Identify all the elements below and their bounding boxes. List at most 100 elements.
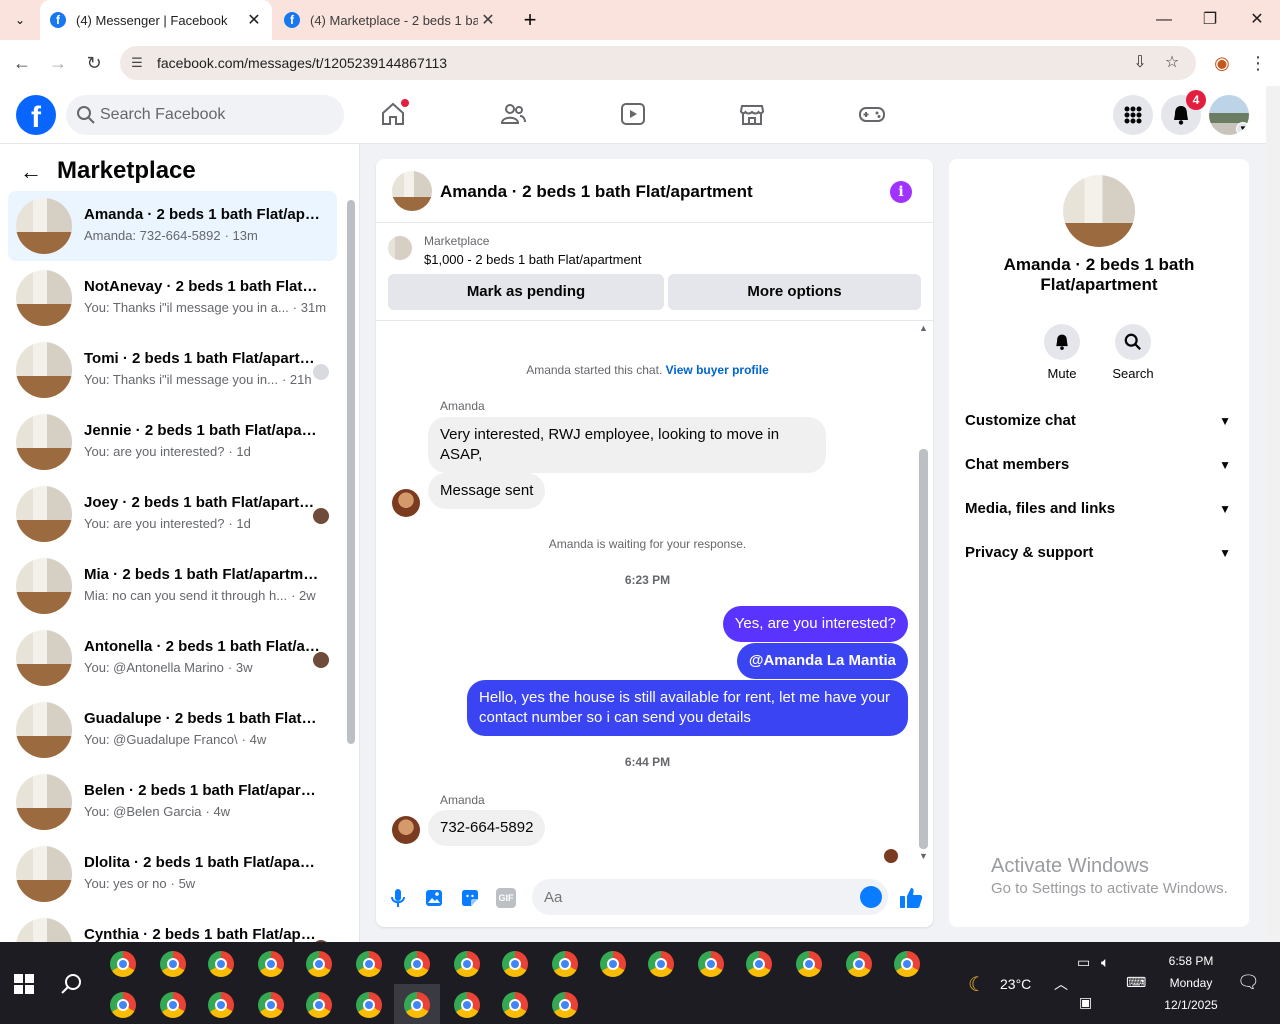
chrome-taskbar-icon[interactable] bbox=[258, 992, 284, 1018]
marketplace-icon[interactable] bbox=[738, 100, 766, 128]
temperature[interactable]: 23°C bbox=[1000, 976, 1031, 992]
profile-avatar[interactable]: ▼ bbox=[1209, 95, 1249, 135]
profile-icon[interactable]: ◉ bbox=[1210, 51, 1234, 75]
watch-video-icon[interactable] bbox=[619, 100, 647, 128]
network-icon[interactable]: ▭ bbox=[1077, 954, 1090, 971]
taskbar-search-icon[interactable] bbox=[60, 972, 84, 996]
tab-search-icon[interactable]: ⌄ bbox=[10, 10, 30, 30]
clock-date[interactable]: 12/1/2025 bbox=[1158, 998, 1224, 1012]
chrome-taskbar-icon[interactable] bbox=[648, 951, 674, 977]
chrome-taskbar-icon[interactable] bbox=[894, 951, 920, 977]
chrome-taskbar-icon[interactable] bbox=[502, 951, 528, 977]
tab-marketplace[interactable]: f (4) Marketplace - 2 beds 1 bath ✕ bbox=[280, 0, 506, 40]
listing-price-title[interactable]: $1,000 - 2 beds 1 bath Flat/apartment bbox=[424, 252, 642, 267]
chrome-taskbar-icon[interactable] bbox=[404, 951, 430, 977]
reload-icon[interactable]: ↻ bbox=[82, 51, 106, 75]
address-bar[interactable]: ☰ facebook.com/messages/t/12052391448671… bbox=[120, 46, 1196, 80]
conversation-item[interactable]: NotAnevay · 2 beds 1 bath Flat/apartment… bbox=[8, 263, 337, 333]
url-text[interactable]: facebook.com/messages/t/1205239144867113 bbox=[157, 55, 447, 71]
view-buyer-profile-link[interactable]: View buyer profile bbox=[666, 363, 769, 377]
chrome-taskbar-icon[interactable] bbox=[208, 992, 234, 1018]
minimize-icon[interactable]: — bbox=[1152, 8, 1176, 32]
window-close-icon[interactable]: ✕ bbox=[1245, 8, 1269, 32]
search-in-chat-action[interactable]: Search bbox=[1103, 324, 1163, 381]
chrome-taskbar-icon[interactable] bbox=[404, 992, 430, 1018]
forward-icon[interactable]: → bbox=[46, 51, 70, 75]
clock-time[interactable]: 6:58 PM bbox=[1158, 954, 1224, 968]
incoming-message[interactable]: 732-664-5892 bbox=[428, 810, 546, 846]
friends-icon[interactable] bbox=[499, 100, 527, 128]
photo-icon[interactable] bbox=[423, 887, 445, 909]
chrome-taskbar-icon[interactable] bbox=[160, 951, 186, 977]
chrome-taskbar-icon[interactable] bbox=[552, 992, 578, 1018]
chat-list-scrollbar[interactable] bbox=[347, 200, 355, 744]
site-info-icon[interactable]: ☰ bbox=[128, 54, 146, 72]
chrome-taskbar-icon[interactable] bbox=[356, 992, 382, 1018]
meet-now-icon[interactable]: ▣ bbox=[1079, 994, 1092, 1011]
conversation-item[interactable]: Joey · 2 beds 1 bath Flat/apartment You: … bbox=[8, 479, 337, 549]
message-scrollbar[interactable] bbox=[919, 449, 928, 849]
conversation-title[interactable]: Amanda · 2 beds 1 bath Flat/apartment bbox=[440, 182, 753, 202]
conversation-avatar[interactable] bbox=[392, 171, 432, 211]
incoming-message[interactable]: Very interested, RWJ employee, looking t… bbox=[428, 417, 826, 473]
conversation-item[interactable]: Amanda · 2 beds 1 bath Flat/apartment Ama… bbox=[8, 191, 337, 261]
chrome-taskbar-icon[interactable] bbox=[502, 992, 528, 1018]
page-scrollbar[interactable] bbox=[1266, 86, 1280, 942]
conversation-item[interactable]: Antonella · 2 beds 1 bath Flat/apartment… bbox=[8, 623, 337, 693]
chrome-taskbar-icon[interactable] bbox=[746, 951, 772, 977]
action-center-icon[interactable]: 🗨︎ bbox=[1237, 972, 1260, 993]
chrome-taskbar-icon[interactable] bbox=[160, 992, 186, 1018]
listing-avatar-large[interactable] bbox=[1063, 175, 1135, 247]
menu-grid-button[interactable] bbox=[1113, 95, 1153, 135]
incoming-message[interactable]: Message sent bbox=[428, 473, 546, 509]
conversation-item[interactable]: Cynthia · 2 beds 1 bath Flat/apartment bbox=[8, 911, 337, 942]
conversation-item[interactable]: Belen · 2 beds 1 bath Flat/apartment You:… bbox=[8, 767, 337, 837]
back-icon[interactable]: ← bbox=[10, 51, 34, 75]
microphone-icon[interactable] bbox=[387, 887, 409, 909]
privacy-support-row[interactable]: Privacy & support ▼ bbox=[965, 531, 1235, 575]
tab-messenger[interactable]: f (4) Messenger | Facebook ✕ bbox=[40, 0, 272, 40]
chrome-taskbar-icon[interactable] bbox=[796, 951, 822, 977]
listing-thumbnail[interactable] bbox=[388, 236, 412, 260]
chrome-taskbar-icon[interactable] bbox=[454, 951, 480, 977]
sender-avatar[interactable] bbox=[392, 489, 420, 517]
conversation-item[interactable]: Mia · 2 beds 1 bath Flat/apartment Mia: n… bbox=[8, 551, 337, 621]
chrome-taskbar-icon[interactable] bbox=[454, 992, 480, 1018]
chrome-taskbar-icon[interactable] bbox=[552, 951, 578, 977]
outgoing-message[interactable]: Yes, are you interested? bbox=[722, 606, 908, 642]
conversation-item[interactable]: Tomi · 2 beds 1 bath Flat/apartment You: … bbox=[8, 335, 337, 405]
chrome-taskbar-icon[interactable] bbox=[258, 951, 284, 977]
chrome-taskbar-icon[interactable] bbox=[698, 951, 724, 977]
facebook-logo-icon[interactable]: f bbox=[16, 95, 56, 135]
menu-kebab-icon[interactable]: ⋮ bbox=[1246, 51, 1270, 75]
restore-icon[interactable]: ❐ bbox=[1198, 8, 1222, 32]
scroll-down-arrow-icon[interactable]: ▼ bbox=[919, 851, 928, 861]
chrome-taskbar-icon[interactable] bbox=[110, 951, 136, 977]
chrome-taskbar-icon[interactable] bbox=[600, 951, 626, 977]
gif-button[interactable]: GIF bbox=[496, 888, 516, 908]
message-input[interactable] bbox=[544, 879, 844, 915]
sticker-icon[interactable] bbox=[459, 887, 481, 909]
install-app-icon[interactable]: ⇩ bbox=[1130, 53, 1150, 73]
tab-close-icon[interactable]: ✕ bbox=[478, 10, 498, 30]
chrome-taskbar-icon[interactable] bbox=[306, 992, 332, 1018]
chrome-taskbar-icon[interactable] bbox=[356, 951, 382, 977]
emoji-icon[interactable] bbox=[860, 886, 882, 908]
info-icon[interactable]: i bbox=[890, 181, 912, 203]
weather-moon-icon[interactable]: ☾ bbox=[968, 972, 986, 997]
sender-avatar[interactable] bbox=[392, 816, 420, 844]
more-options-button[interactable]: More options bbox=[668, 274, 921, 310]
tab-close-icon[interactable]: ✕ bbox=[244, 10, 264, 30]
chat-members-row[interactable]: Chat members ▼ bbox=[965, 443, 1235, 487]
thumbs-up-icon[interactable] bbox=[898, 885, 924, 911]
chrome-taskbar-icon[interactable] bbox=[208, 951, 234, 977]
mark-pending-button[interactable]: Mark as pending bbox=[388, 274, 664, 310]
keyboard-icon[interactable]: ⌨ bbox=[1126, 974, 1146, 991]
conversation-item[interactable]: Guadalupe · 2 beds 1 bath Flat/apartment… bbox=[8, 695, 337, 765]
windows-start-icon[interactable] bbox=[14, 974, 34, 994]
facebook-search-box[interactable]: Search Facebook bbox=[66, 95, 344, 135]
back-arrow-icon[interactable]: ← bbox=[20, 160, 44, 184]
outgoing-message[interactable]: Hello, yes the house is still available … bbox=[467, 680, 908, 736]
volume-icon[interactable]: 🔈︎ bbox=[1101, 954, 1109, 971]
chrome-taskbar-icon[interactable] bbox=[846, 951, 872, 977]
